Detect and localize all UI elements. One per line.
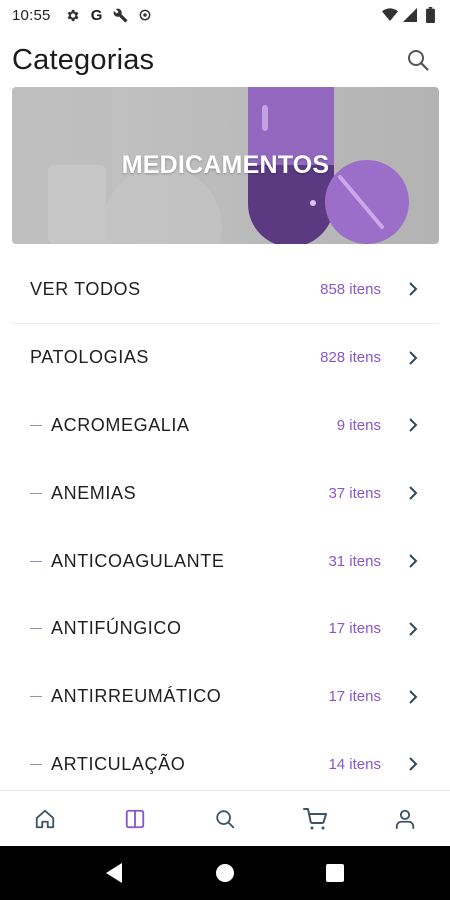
sub-item-dash	[30, 560, 42, 562]
sub-item-dash	[30, 763, 42, 765]
status-time: 10:55	[12, 6, 51, 24]
list-item-anemias[interactable]: ANEMIAS 37 itens	[12, 459, 439, 527]
list-item-count: 14 itens	[328, 755, 381, 773]
signal-icon	[402, 7, 418, 23]
list-item-label: ANTIFÚNGICO	[51, 618, 182, 639]
chevron-right-icon	[407, 485, 419, 501]
header: Categorias	[0, 40, 450, 80]
back-icon	[106, 863, 122, 883]
chevron-right-icon	[407, 350, 419, 366]
list-item-label: ANEMIAS	[51, 482, 137, 503]
status-bar: 10:55 G	[0, 0, 450, 30]
wifi-icon	[382, 7, 398, 23]
chevron-right-icon	[407, 553, 419, 569]
list-item-count: 17 itens	[328, 688, 381, 706]
settings-outline-icon	[137, 7, 153, 23]
columns-icon	[125, 809, 145, 828]
cart-icon	[303, 807, 327, 829]
chevron-right-icon	[407, 689, 419, 705]
list-item-count: 31 itens	[328, 552, 381, 570]
chevron-right-icon	[407, 281, 419, 297]
sub-item-dash	[30, 628, 42, 630]
list-item-label: ARTICULAÇÃO	[51, 753, 186, 774]
list-item-patologias[interactable]: PATOLOGIAS 828 itens	[12, 324, 439, 392]
system-recents-button[interactable]	[315, 853, 355, 893]
user-icon	[395, 809, 415, 829]
list-item-label: ANTICOAGULANTE	[51, 550, 225, 571]
battery-icon	[422, 7, 438, 23]
search-icon	[216, 809, 235, 828]
banner-title: MEDICAMENTOS	[121, 151, 330, 179]
chevron-right-icon	[407, 621, 419, 637]
system-back-button[interactable]	[95, 853, 135, 893]
status-left: 10:55 G	[12, 7, 153, 24]
sub-item-dash	[30, 492, 42, 494]
list-item-articulacao[interactable]: ARTICULAÇÃO 14 itens	[12, 731, 439, 799]
list-item-count: 37 itens	[328, 484, 381, 502]
settings-gear-icon	[65, 7, 81, 23]
list-item-antirreumatico[interactable]: ANTIRREUMÁTICO 17 itens	[12, 663, 439, 731]
home-circle-icon	[216, 864, 234, 882]
list-item-ver-todos[interactable]: VER TODOS 858 itens	[12, 256, 439, 324]
list-item-count: 17 itens	[328, 620, 381, 638]
category-list: VER TODOS 858 itens PATOLOGIAS 828 itens…	[12, 256, 439, 798]
list-item-count: 9 itens	[336, 416, 381, 434]
page-title: Categorias	[12, 43, 155, 76]
list-item-count: 858 itens	[320, 280, 381, 298]
list-item-count: 828 itens	[320, 349, 381, 367]
list-item-antifungico[interactable]: ANTIFÚNGICO 17 itens	[12, 595, 439, 663]
nav-categories-button[interactable]	[105, 794, 165, 844]
chevron-right-icon	[407, 756, 419, 772]
system-nav-bar	[0, 846, 450, 900]
home-icon	[35, 809, 55, 828]
search-button[interactable]	[398, 40, 438, 80]
nav-search-button[interactable]	[195, 794, 255, 844]
recents-icon	[326, 864, 344, 882]
list-item-anticoagulante[interactable]: ANTICOAGULANTE 31 itens	[12, 527, 439, 595]
nav-cart-button[interactable]	[285, 794, 345, 844]
list-item-acromegalia[interactable]: ACROMEGALIA 9 itens	[12, 392, 439, 460]
wrench-icon	[113, 7, 129, 23]
list-item-label: VER TODOS	[30, 278, 141, 299]
chevron-right-icon	[407, 417, 419, 433]
sub-item-dash	[30, 696, 42, 698]
category-banner[interactable]: MEDICAMENTOS	[12, 87, 439, 244]
system-home-button[interactable]	[205, 853, 245, 893]
list-item-label: ACROMEGALIA	[51, 414, 190, 435]
nav-profile-button[interactable]	[375, 794, 435, 844]
list-item-label: ANTIRREUMÁTICO	[51, 686, 222, 707]
status-right	[382, 7, 438, 23]
bottom-nav	[0, 790, 450, 846]
list-item-label: PATOLOGIAS	[30, 347, 150, 368]
google-g-icon: G	[90, 6, 103, 24]
search-icon	[408, 50, 429, 71]
nav-home-button[interactable]	[15, 794, 75, 844]
sub-item-dash	[30, 424, 42, 426]
